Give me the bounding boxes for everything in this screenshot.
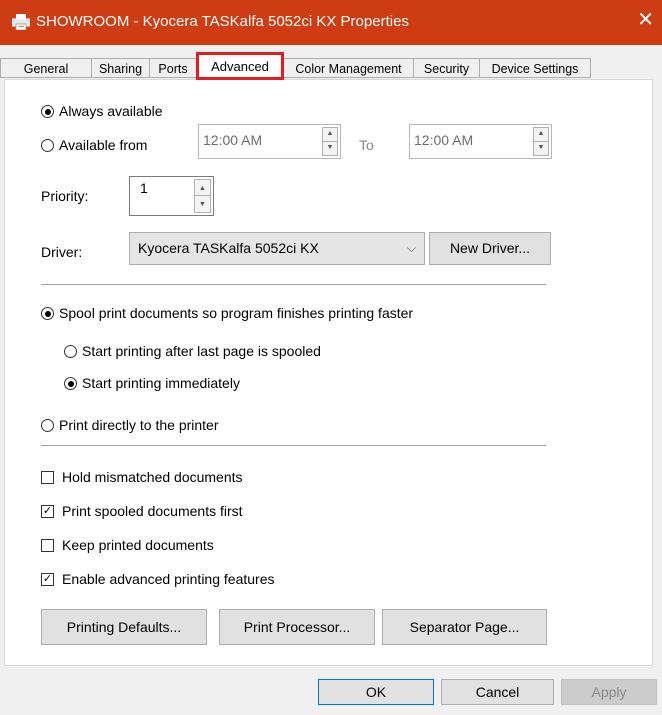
- spin-down-icon[interactable]: ▼: [323, 142, 337, 156]
- tab-device-settings[interactable]: Device Settings: [479, 58, 591, 78]
- ok-button[interactable]: OK: [318, 679, 434, 705]
- tab-color-management[interactable]: Color Management: [283, 58, 414, 78]
- print-spooled-first-label: Print spooled documents first: [62, 503, 243, 519]
- tab-sharing[interactable]: Sharing: [91, 58, 150, 78]
- available-from-radio[interactable]: [41, 139, 54, 152]
- keep-printed-label: Keep printed documents: [62, 537, 214, 553]
- enable-advanced-features-checkbox[interactable]: ✓: [41, 573, 54, 586]
- spin-up-icon[interactable]: ▲: [323, 128, 337, 142]
- spin-up-icon[interactable]: ▲: [534, 128, 548, 142]
- tab-ports[interactable]: Ports: [149, 58, 197, 78]
- hold-mismatched-label: Hold mismatched documents: [62, 469, 243, 485]
- start-after-last-page-label: Start printing after last page is spoole…: [82, 343, 321, 359]
- driver-selected-value: Kyocera TASKalfa 5052ci KX: [138, 240, 319, 256]
- tab-advanced[interactable]: Advanced: [196, 52, 284, 80]
- hold-mismatched-checkbox[interactable]: [41, 471, 54, 484]
- spin-down-icon[interactable]: ▼: [534, 142, 548, 156]
- separator-line: [41, 445, 546, 446]
- to-time-spinner[interactable]: ▲ ▼: [533, 127, 549, 156]
- from-time-spinner[interactable]: ▲ ▼: [322, 127, 338, 156]
- driver-select[interactable]: Kyocera TASKalfa 5052ci KX ⌵: [129, 232, 425, 265]
- print-directly-radio[interactable]: [41, 419, 54, 432]
- start-immediately-radio[interactable]: [64, 377, 77, 390]
- spool-label: Spool print documents so program finishe…: [59, 305, 414, 321]
- to-time-value: 12:00 AM: [414, 132, 474, 148]
- tab-security[interactable]: Security: [413, 58, 480, 78]
- available-from-label: Available from: [59, 137, 148, 153]
- spin-down-icon[interactable]: ▼: [195, 196, 210, 212]
- keep-printed-checkbox[interactable]: [41, 539, 54, 552]
- spool-radio[interactable]: [41, 307, 54, 320]
- start-after-last-page-radio[interactable]: [64, 345, 77, 358]
- print-spooled-first-checkbox[interactable]: ✓: [41, 505, 54, 518]
- enable-advanced-features-label: Enable advanced printing features: [62, 571, 275, 587]
- title-bar: SHOWROOM - Kyocera TASKalfa 5052ci KX Pr…: [0, 0, 662, 45]
- cancel-button[interactable]: Cancel: [441, 679, 554, 705]
- always-available-label: Always available: [59, 103, 163, 119]
- priority-value: 1: [140, 180, 148, 196]
- tab-strip: General Sharing Ports Advanced Color Man…: [0, 52, 662, 80]
- window-title: SHOWROOM - Kyocera TASKalfa 5052ci KX Pr…: [36, 13, 409, 30]
- print-directly-label: Print directly to the printer: [59, 417, 219, 433]
- priority-spinner[interactable]: ▲ ▼: [194, 179, 211, 213]
- new-driver-button[interactable]: New Driver...: [429, 232, 551, 265]
- to-time-field[interactable]: 12:00 AM ▲ ▼: [409, 124, 552, 159]
- chevron-down-icon: ⌵: [406, 241, 416, 255]
- priority-field[interactable]: 1 ▲ ▼: [129, 176, 214, 216]
- to-label: To: [359, 137, 374, 153]
- priority-label: Priority:: [41, 188, 89, 204]
- printer-icon: [12, 14, 30, 30]
- printing-defaults-button[interactable]: Printing Defaults...: [41, 609, 207, 645]
- from-time-field[interactable]: 12:00 AM ▲ ▼: [198, 124, 341, 159]
- tab-general[interactable]: General: [0, 58, 92, 78]
- print-processor-button[interactable]: Print Processor...: [219, 609, 375, 645]
- separator-line: [41, 284, 546, 285]
- apply-button[interactable]: Apply: [561, 679, 657, 705]
- spin-up-icon[interactable]: ▲: [195, 180, 210, 196]
- driver-label: Driver:: [41, 244, 83, 260]
- close-icon[interactable]: ✕: [637, 10, 654, 30]
- always-available-radio[interactable]: [41, 105, 54, 118]
- start-immediately-label: Start printing immediately: [82, 375, 240, 391]
- advanced-panel: Always available Available from 12:00 AM…: [4, 79, 653, 666]
- from-time-value: 12:00 AM: [203, 132, 263, 148]
- separator-page-button[interactable]: Separator Page...: [382, 609, 547, 645]
